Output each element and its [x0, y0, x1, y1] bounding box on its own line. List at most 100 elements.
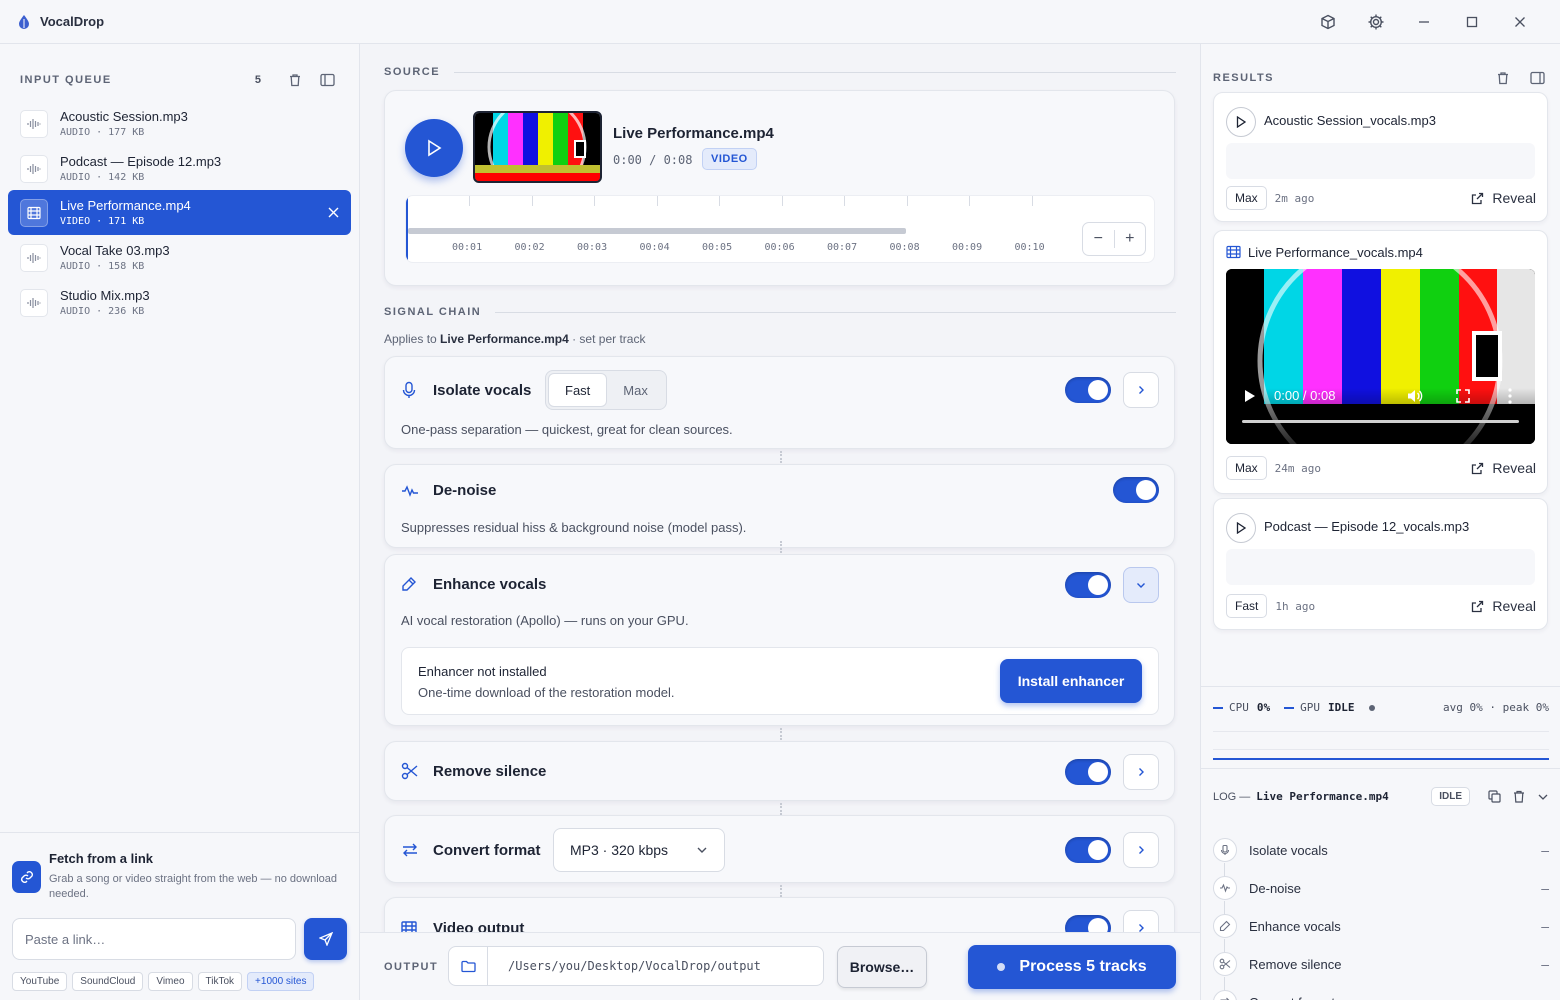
clear-log-trash-icon[interactable]	[1513, 790, 1525, 803]
log-status-badge: IDLE	[1431, 787, 1470, 806]
play-icon[interactable]	[1226, 107, 1256, 137]
browse-button[interactable]: Browse…	[837, 946, 927, 988]
package-icon[interactable]	[1304, 0, 1352, 44]
process-label: Process 5 tracks	[1019, 958, 1147, 975]
process-tracks-button[interactable]: Process 5 tracks	[968, 945, 1176, 989]
queue-item[interactable]: Acoustic Session.mp3 AUDIO · 177 KB	[8, 101, 351, 146]
mode-max-option[interactable]: Max	[607, 373, 664, 407]
more-options-icon[interactable]	[1508, 388, 1512, 404]
result-name: Live Performance_vocals.mp4	[1248, 245, 1423, 260]
timeline-tick-label: 00:08	[889, 242, 920, 253]
site-chip[interactable]: Vimeo	[148, 972, 193, 991]
maximize-button[interactable]	[1448, 0, 1496, 44]
external-link-icon	[1472, 192, 1484, 204]
queue-item-selected[interactable]: Live Performance.mp4 VIDEO · 171 KB	[8, 190, 351, 235]
mode-fast-option[interactable]: Fast	[548, 373, 608, 407]
settings-gear-icon[interactable]	[1352, 0, 1400, 44]
timeline-tick-label: 00:10	[1014, 242, 1045, 253]
cpu-label: CPU	[1229, 701, 1249, 714]
convert-toggle[interactable]	[1065, 837, 1111, 863]
log-step: Enhance vocals –	[1213, 913, 1549, 939]
minimize-button[interactable]	[1400, 0, 1448, 44]
queue-item-meta: AUDIO · 236 KB	[60, 306, 145, 317]
close-window-button[interactable]	[1496, 0, 1544, 44]
play-icon[interactable]	[1226, 513, 1256, 543]
clear-queue-trash-icon[interactable]	[283, 68, 307, 92]
collapse-chevron-down-icon[interactable]	[1123, 567, 1159, 603]
timeline-tick-label: 00:07	[827, 242, 858, 253]
step-title: Remove silence	[433, 763, 547, 780]
step-title: Video output	[433, 920, 525, 932]
denoise-toggle[interactable]	[1113, 477, 1159, 503]
reveal-button[interactable]: Reveal	[1471, 460, 1536, 476]
timeline-tick	[844, 196, 845, 206]
pulse-icon	[401, 483, 419, 499]
zoom-in-button[interactable]: +	[1115, 230, 1146, 248]
toggle-panel-icon[interactable]	[1525, 66, 1549, 90]
fullscreen-icon[interactable]	[1456, 389, 1470, 403]
copy-icon[interactable]	[1488, 790, 1501, 803]
expand-chevron-right-icon[interactable]	[1123, 754, 1159, 790]
log-step-name: Isolate vocals	[1249, 842, 1328, 858]
expand-chevron-right-icon[interactable]	[1123, 910, 1159, 932]
result-name: Podcast — Episode 12_vocals.mp3	[1264, 519, 1470, 534]
result-time-ago: 1h ago	[1275, 599, 1316, 613]
mic-icon	[401, 381, 417, 399]
volume-icon[interactable]	[1407, 388, 1423, 404]
format-select-value: MP3 · 320 kbps	[570, 842, 669, 858]
site-chip[interactable]: SoundCloud	[72, 972, 144, 991]
log-step-status: –	[1541, 994, 1549, 1000]
folder-icon[interactable]	[448, 946, 488, 986]
playhead[interactable]	[406, 196, 408, 262]
play-button[interactable]	[405, 119, 463, 177]
toggle-sidebar-icon[interactable]	[315, 68, 339, 92]
result-card: Podcast — Episode 12_vocals.mp3 Fast 1h …	[1213, 498, 1548, 630]
log-panel: LOG — Live Performance.mp4 IDLE Isolate …	[1201, 768, 1560, 1000]
enhance-toggle[interactable]	[1065, 572, 1111, 598]
queue-item[interactable]: Vocal Take 03.mp3 AUDIO · 158 KB	[8, 235, 351, 280]
external-link-icon	[1472, 600, 1484, 612]
result-waveform[interactable]	[1226, 143, 1535, 179]
install-enhancer-button[interactable]: Install enhancer	[1000, 659, 1142, 703]
output-label: OUTPUT	[384, 961, 439, 973]
isolate-toggle[interactable]	[1065, 377, 1111, 403]
timeline-tick	[719, 196, 720, 206]
result-waveform[interactable]	[1226, 549, 1535, 585]
timeline-tick	[531, 196, 533, 206]
timeline-clip-bar[interactable]	[408, 228, 906, 234]
remove-item-close-icon[interactable]	[328, 207, 339, 218]
send-link-button[interactable]	[304, 918, 347, 960]
queue-item[interactable]: Podcast — Episode 12.mp3 AUDIO · 142 KB	[8, 146, 351, 191]
video-progress-bar[interactable]	[1242, 420, 1519, 423]
site-chip[interactable]: YouTube	[12, 972, 68, 991]
mic-icon	[1213, 838, 1237, 862]
step-title: Convert format	[433, 842, 541, 859]
clear-results-trash-icon[interactable]	[1491, 66, 1515, 90]
result-time-ago: 24m ago	[1274, 461, 1322, 475]
step-title: De-noise	[433, 482, 497, 499]
video-play-icon[interactable]	[1244, 389, 1256, 403]
zoom-out-button[interactable]: −	[1083, 230, 1114, 248]
format-select[interactable]: MP3 · 320 kbps	[553, 828, 725, 872]
timeline[interactable]: 00:01 00:02 00:03 00:04 00:05 00:06 00:07 00:08…	[405, 195, 1155, 263]
expand-chevron-right-icon[interactable]	[1123, 372, 1159, 408]
chain-connector	[780, 803, 782, 815]
fetch-description: Grab a song or video straight from the w…	[49, 873, 337, 900]
queue-item-name: Live Performance.mp4	[60, 198, 191, 213]
more-sites-chip[interactable]: +1000 sites	[247, 972, 315, 991]
silence-toggle[interactable]	[1065, 759, 1111, 785]
queue-item[interactable]: Studio Mix.mp3 AUDIO · 236 KB	[8, 280, 351, 325]
app-logo-icon	[19, 14, 29, 29]
step-description: One-pass separation — quickest, great fo…	[401, 422, 733, 437]
video-player[interactable]: 0:00 / 0:08	[1226, 269, 1535, 444]
link-input[interactable]	[12, 918, 297, 960]
site-chip[interactable]: TikTok	[197, 972, 243, 991]
output-path-field[interactable]: /Users/you/Desktop/VocalDrop/output	[487, 946, 824, 986]
reveal-button[interactable]: Reveal	[1471, 598, 1536, 614]
video-thumbnail[interactable]	[473, 111, 602, 183]
reveal-button[interactable]: Reveal	[1471, 190, 1536, 206]
log-file: Live Performance.mp4	[1256, 790, 1389, 803]
video-output-toggle[interactable]	[1065, 915, 1111, 932]
collapse-chevron-down-icon[interactable]	[1537, 791, 1549, 803]
expand-chevron-right-icon[interactable]	[1123, 832, 1159, 868]
